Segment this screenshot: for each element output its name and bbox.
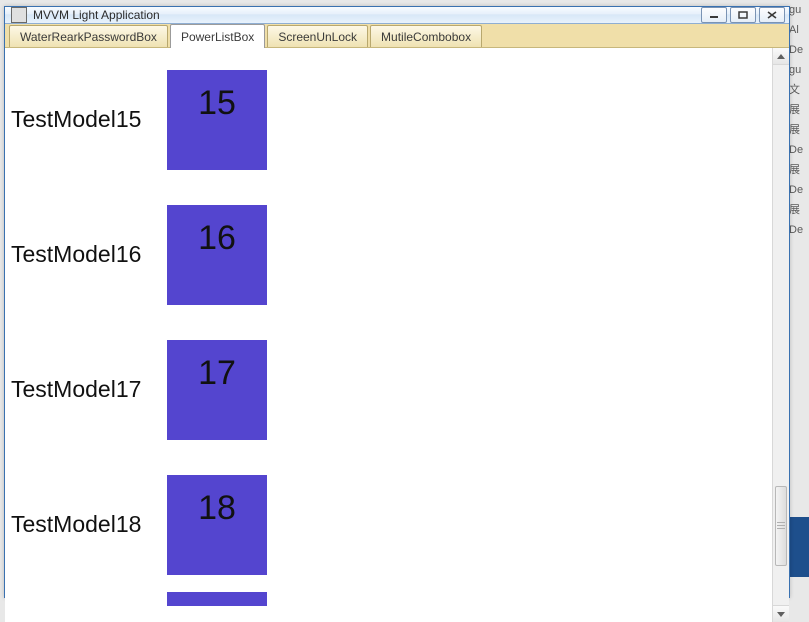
list-item-value: 17 [198, 354, 236, 393]
window-title: MVVM Light Application [33, 8, 160, 22]
scroll-up-button[interactable] [773, 48, 789, 65]
close-button[interactable] [759, 7, 785, 23]
list-item-label: TestModel17 [7, 376, 167, 403]
scroll-down-button[interactable] [773, 605, 789, 622]
close-icon [767, 11, 777, 19]
tab-waterreark-passwordbox[interactable]: WaterRearkPasswordBox [9, 25, 168, 47]
tab-label: PowerListBox [181, 30, 254, 44]
list-item-tile: 16 [167, 205, 267, 305]
list-item-partial[interactable] [7, 592, 772, 622]
list-item-label: TestModel16 [7, 241, 167, 268]
list-item-tile [167, 592, 267, 606]
list-item-tile: 17 [167, 340, 267, 440]
list-item-label: TestModel15 [7, 106, 167, 133]
list-item-label: TestModel18 [7, 511, 167, 538]
minimize-icon [709, 11, 719, 19]
list-item-value: 18 [198, 489, 236, 528]
tab-mutilecombobox[interactable]: MutileCombobox [370, 25, 482, 47]
list-item-value: 16 [198, 219, 236, 258]
background-noise: gu Al De gu 文 展 展 De 展 De 展 De [789, 0, 809, 607]
tabstrip: WaterRearkPasswordBox PowerListBox Scree… [5, 24, 789, 48]
scroll-thumb[interactable] [775, 486, 787, 566]
tab-content: TestModel15 15 TestModel16 16 TestModel1… [5, 48, 789, 622]
list-item-value: 15 [198, 84, 236, 123]
list-item-tile: 15 [167, 70, 267, 170]
list-item[interactable]: TestModel17 17 [7, 322, 772, 457]
tab-label: WaterRearkPasswordBox [20, 30, 157, 44]
vertical-scrollbar[interactable] [772, 48, 789, 622]
tab-powerlistbox[interactable]: PowerListBox [170, 24, 265, 48]
scroll-grip-icon [777, 522, 785, 530]
tab-screenunlock[interactable]: ScreenUnLock [267, 25, 368, 47]
list-item[interactable]: TestModel18 18 [7, 457, 772, 592]
maximize-icon [738, 11, 748, 19]
chevron-up-icon [777, 54, 785, 59]
chevron-down-icon [777, 612, 785, 617]
scroll-track[interactable] [773, 65, 789, 605]
app-window: MVVM Light Application WaterRearkPasswor… [4, 6, 790, 598]
tab-label: MutileCombobox [381, 30, 471, 44]
app-icon [11, 7, 27, 23]
background-noise-block [789, 517, 809, 577]
power-listbox[interactable]: TestModel15 15 TestModel16 16 TestModel1… [5, 48, 772, 622]
titlebar[interactable]: MVVM Light Application [5, 7, 789, 24]
list-item[interactable]: TestModel16 16 [7, 187, 772, 322]
minimize-button[interactable] [701, 7, 727, 23]
tab-label: ScreenUnLock [278, 30, 357, 44]
maximize-button[interactable] [730, 7, 756, 23]
list-item[interactable]: TestModel15 15 [7, 52, 772, 187]
list-item-tile: 18 [167, 475, 267, 575]
